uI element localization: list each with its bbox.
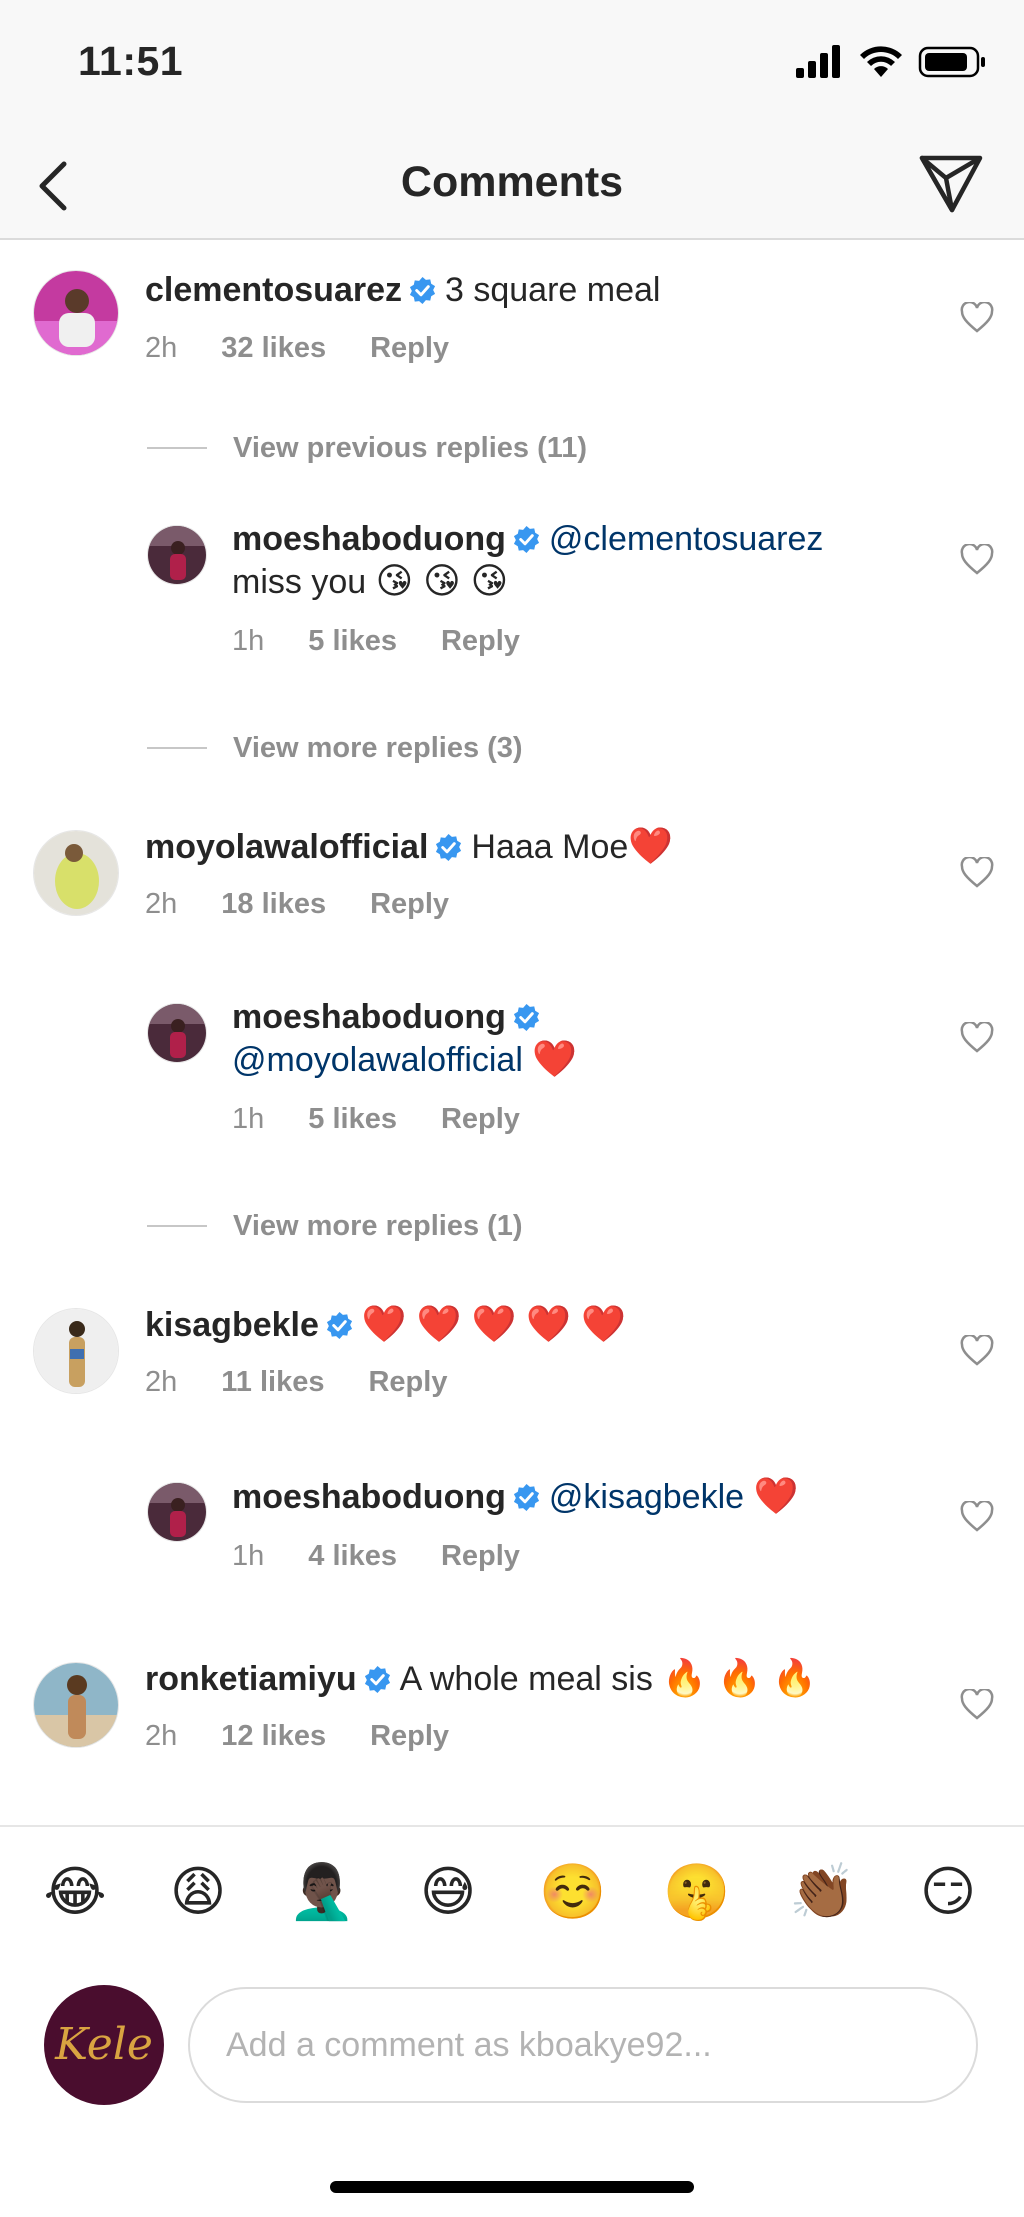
status-icons — [796, 45, 985, 78]
comment-username[interactable]: moeshaboduong — [232, 998, 506, 1036]
emoji-button[interactable]: 😅 — [413, 1857, 483, 1927]
reply-button[interactable]: Reply — [441, 625, 520, 657]
comment-emoji: ❤️ — [532, 1038, 578, 1079]
emoji-quick-bar: 😂 😩 🤦🏿‍♂️ 😅 ☺️ 🤫 👏🏾 😏 — [0, 1825, 1024, 1955]
comment-emoji: ❤️ ❤️ ❤️ ❤️ ❤️ — [361, 1303, 627, 1344]
comment-meta: 2h 18 likes Reply — [145, 886, 493, 922]
like-heart-icon[interactable] — [960, 857, 994, 889]
comment-input[interactable] — [188, 1987, 978, 2103]
verified-badge-icon — [364, 1665, 390, 1694]
emoji-button[interactable]: 😂 — [40, 1857, 110, 1927]
comment-text: Haaa Moe — [471, 828, 629, 866]
divider — [147, 747, 207, 749]
verified-badge-icon — [513, 525, 539, 554]
like-heart-icon[interactable] — [960, 1022, 994, 1054]
my-avatar[interactable]: Kele — [44, 1985, 164, 2105]
verified-badge-icon — [436, 833, 462, 862]
comment-emoji: ❤️ — [753, 1475, 799, 1516]
nav-bar: Comments — [0, 130, 1024, 240]
reply-button[interactable]: Reply — [368, 1366, 447, 1398]
comment-composer: Kele — [0, 1955, 1024, 2135]
comment-likes[interactable]: 18 likes — [221, 888, 326, 920]
reply-button[interactable]: Reply — [370, 888, 449, 920]
comment-meta: 1h 5 likes Reply — [232, 1101, 564, 1137]
comment-text: miss you — [232, 563, 367, 601]
battery-icon — [918, 46, 985, 78]
comment-likes[interactable]: 11 likes — [221, 1366, 324, 1398]
comment-emoji: ❤️ — [628, 825, 674, 866]
comment-time: 2h — [145, 332, 178, 364]
comment-meta: 2h 12 likes Reply — [145, 1718, 493, 1754]
avatar[interactable] — [147, 1482, 207, 1542]
home-indicator[interactable] — [330, 2181, 694, 2193]
divider — [147, 1225, 207, 1227]
emoji-button[interactable]: 👏🏾 — [788, 1857, 858, 1927]
emoji-button[interactable]: 🤦🏿‍♂️ — [287, 1857, 357, 1927]
emoji-button[interactable]: 🤫 — [662, 1857, 732, 1927]
comment-username[interactable]: moeshaboduong — [232, 1478, 506, 1516]
like-heart-icon[interactable] — [960, 302, 994, 334]
emoji-button[interactable]: ☺️ — [538, 1857, 608, 1927]
comment-meta: 1h 5 likes Reply — [232, 623, 564, 659]
comment-time: 1h — [232, 625, 265, 657]
comment-username[interactable]: moyolawalofficial — [145, 828, 428, 866]
comment-username[interactable]: kisagbekle — [145, 1306, 319, 1344]
comment-emoji: 🔥 🔥 🔥 — [662, 1657, 817, 1698]
comment-text: A whole meal sis — [399, 1660, 653, 1698]
comment-time: 2h — [145, 1366, 178, 1398]
verified-badge-icon — [513, 1003, 539, 1032]
avatar[interactable] — [33, 830, 119, 916]
verified-badge-icon — [326, 1311, 352, 1340]
direct-message-button[interactable] — [916, 148, 986, 218]
status-bar: 11:51 — [0, 0, 1024, 130]
signal-icon — [796, 45, 840, 78]
comment-mention[interactable]: @moyolawalofficial — [232, 1041, 523, 1079]
avatar[interactable] — [33, 1308, 119, 1394]
view-replies-label[interactable]: View more replies (1) — [233, 1206, 523, 1246]
comment-mention[interactable]: @clementosuarez — [549, 520, 824, 558]
paper-plane-icon — [919, 155, 983, 213]
comment-likes[interactable]: 5 likes — [308, 625, 397, 657]
comment-time: 2h — [145, 888, 178, 920]
page-title: Comments — [400, 158, 624, 206]
comment-meta: 2h 11 likes Reply — [145, 1364, 491, 1400]
avatar[interactable] — [147, 525, 207, 585]
avatar[interactable] — [147, 1003, 207, 1063]
reply-button[interactable]: Reply — [441, 1103, 520, 1135]
comment-username[interactable]: moeshaboduong — [232, 520, 506, 558]
avatar[interactable] — [33, 1662, 119, 1748]
like-heart-icon[interactable] — [960, 1501, 994, 1533]
comment-likes[interactable]: 12 likes — [221, 1720, 326, 1752]
comment-time: 1h — [232, 1103, 265, 1135]
emoji-button[interactable]: 😏 — [913, 1857, 983, 1927]
view-replies-label[interactable]: View previous replies (11) — [233, 428, 587, 468]
comment-time: 2h — [145, 1720, 178, 1752]
comment-username[interactable]: clementosuarez — [145, 271, 402, 309]
like-heart-icon[interactable] — [960, 1689, 994, 1721]
comment-meta: 1h 4 likes Reply — [232, 1538, 564, 1574]
verified-badge-icon — [513, 1483, 539, 1512]
comment-username[interactable]: ronketiamiyu — [145, 1660, 357, 1698]
view-replies-label[interactable]: View more replies (3) — [233, 728, 523, 768]
wifi-icon — [860, 46, 902, 77]
comment-meta: 2h 32 likes Reply — [145, 330, 493, 366]
comment-text: 3 square meal — [445, 271, 661, 309]
reply-button[interactable]: Reply — [370, 332, 449, 364]
emoji-button[interactable]: 😩 — [163, 1857, 233, 1927]
like-heart-icon[interactable] — [960, 544, 994, 576]
comment-likes[interactable]: 4 likes — [308, 1540, 397, 1572]
comment-likes[interactable]: 32 likes — [221, 332, 326, 364]
reply-button[interactable]: Reply — [441, 1540, 520, 1572]
like-heart-icon[interactable] — [960, 1335, 994, 1367]
reply-button[interactable]: Reply — [370, 1720, 449, 1752]
comments-list: clementosuarez 3 square meal 2h 32 likes Re… — [0, 240, 1024, 1825]
verified-badge-icon — [409, 276, 436, 305]
comment-time: 1h — [232, 1540, 265, 1572]
comment-mention[interactable]: @kisagbekle — [549, 1478, 744, 1516]
avatar[interactable] — [33, 270, 119, 356]
divider — [147, 447, 207, 449]
comment-likes[interactable]: 5 likes — [308, 1103, 397, 1135]
comment-emoji: 😘 😘 😘 — [375, 560, 509, 601]
status-time: 11:51 — [78, 38, 184, 84]
